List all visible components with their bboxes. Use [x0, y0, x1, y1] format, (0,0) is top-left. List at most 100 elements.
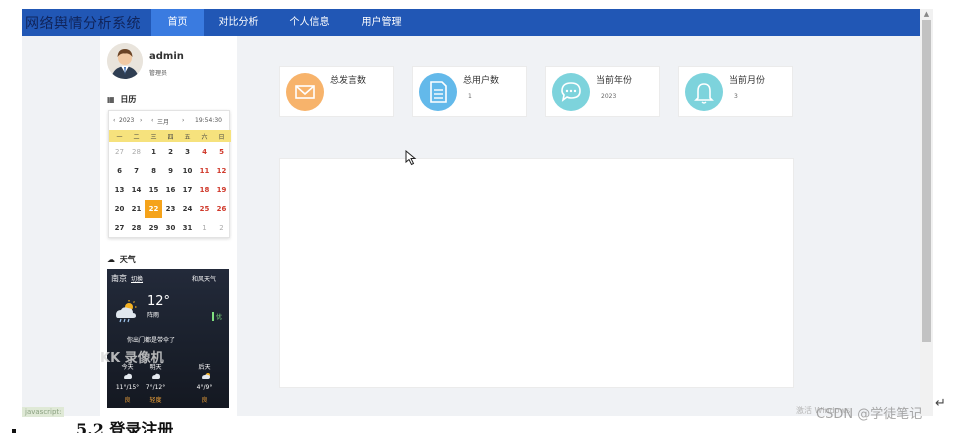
status-url-tag: javascript:: [22, 407, 64, 417]
calendar-day-cell[interactable]: 5: [213, 143, 230, 161]
calendar-day-cell[interactable]: 28: [128, 219, 145, 237]
calendar-day-cell[interactable]: 10: [179, 162, 196, 180]
calendar-day-cell[interactable]: 24: [179, 200, 196, 218]
prev-month-arrow-icon[interactable]: ‹: [151, 117, 153, 124]
cloud-icon: [124, 373, 132, 379]
calendar-day-cell[interactable]: 25: [196, 200, 213, 218]
sun-cloud-icon: [202, 373, 210, 379]
next-month-arrow-icon[interactable]: ›: [182, 117, 184, 124]
stat-card-title: 当前年份: [596, 76, 633, 86]
calendar-day-cell[interactable]: 16: [162, 181, 179, 199]
calendar-day-cell[interactable]: 13: [111, 181, 128, 199]
calendar-day-cell[interactable]: 3: [179, 143, 196, 161]
calendar-day-cell[interactable]: 30: [162, 219, 179, 237]
top-navbar: 网络舆情分析系统 首页 对比分析 个人信息 用户管理: [22, 9, 920, 36]
calendar-day-cell[interactable]: 31: [179, 219, 196, 237]
screenshot-root: 网络舆情分析系统 首页 对比分析 个人信息 用户管理 admin 管理员 ▦ 日…: [0, 0, 964, 433]
calendar-day-cell[interactable]: 20: [111, 200, 128, 218]
calendar-day-cell[interactable]: 1: [196, 219, 213, 237]
calendar-day-cell[interactable]: 1: [145, 143, 162, 161]
forecast-range: 11°/15°: [115, 384, 140, 391]
calendar-day-cell[interactable]: 28: [128, 143, 145, 161]
weather-city: 南京: [111, 274, 127, 283]
calendar-day-cell[interactable]: 12: [213, 162, 230, 180]
nav-item-home[interactable]: 首页: [151, 9, 204, 36]
calendar-day-cell[interactable]: 11: [196, 162, 213, 180]
calendar-weekday: 六: [201, 134, 208, 141]
calendar-day-cell[interactable]: 27: [111, 219, 128, 237]
stat-card-value: 1: [468, 93, 472, 100]
next-year-arrow-icon[interactable]: ›: [140, 117, 142, 124]
mail-icon: [295, 85, 315, 99]
calendar-weekday: 三: [150, 134, 157, 141]
calendar-header: ‹ 2023 › ‹ 三月 › 19:54:30: [109, 111, 231, 130]
chat-bubble-icon: [561, 82, 581, 102]
calendar-day-cell[interactable]: 8: [145, 162, 162, 180]
weather-tip: 你出门都是带伞了: [127, 337, 176, 344]
stat-card-current-year[interactable]: 当前年份 2023: [545, 66, 660, 117]
calendar-title: 日历: [120, 95, 137, 104]
stat-card-icon-bg: [552, 73, 590, 111]
weather-switch-link[interactable]: 切换: [131, 274, 143, 283]
document-heading: 5.2 登录注册: [76, 420, 174, 433]
calendar-day-cell[interactable]: 2: [213, 219, 230, 237]
user-name: admin: [149, 51, 184, 62]
calendar-day-cell[interactable]: 9: [162, 162, 179, 180]
main-content-panel: [279, 158, 794, 388]
stat-card-total-users[interactable]: 总用户数 1: [412, 66, 527, 117]
scrollbar-thumb[interactable]: [922, 20, 931, 342]
weather-temperature: 12°: [147, 294, 171, 309]
calendar-month[interactable]: 三月: [157, 117, 169, 126]
user-avatar-icon: [107, 43, 143, 79]
calendar-widget: ‹ 2023 › ‹ 三月 › 19:54:30 一二三四五六日 27 28 1 2 3…: [108, 110, 231, 238]
calendar-icon: ▦: [107, 95, 115, 104]
calendar-day-cell[interactable]: 26: [213, 200, 230, 218]
calendar-day-cell[interactable]: 2: [162, 143, 179, 161]
calendar-day-cell[interactable]: 23: [162, 200, 179, 218]
forecast-day: 后天: [198, 364, 211, 371]
list-bullet: [12, 429, 16, 433]
nav-item-comparison[interactable]: 对比分析: [212, 9, 265, 36]
stat-card-icon-bg: [286, 73, 324, 111]
mouse-cursor-icon: [405, 150, 417, 166]
calendar-day-cell[interactable]: 19: [213, 181, 230, 199]
calendar-day-cell[interactable]: 27: [111, 143, 128, 161]
calendar-section-title: ▦ 日历: [107, 94, 136, 105]
calendar-weekday: 四: [167, 134, 174, 141]
user-role: 管理员: [149, 70, 168, 77]
avatar[interactable]: [107, 43, 143, 79]
vertical-scrollbar[interactable]: ▲: [920, 9, 933, 416]
weather-title: 天气: [119, 255, 136, 264]
app-brand: 网络舆情分析系统: [25, 16, 141, 32]
top-band: [0, 0, 964, 9]
bell-icon: [694, 83, 714, 104]
stat-card-total-posts[interactable]: 总发言数: [279, 66, 394, 117]
forecast-range: 7°/12°: [145, 384, 166, 391]
calendar-day-cell[interactable]: 15: [145, 181, 162, 199]
calendar-year[interactable]: 2023: [119, 117, 134, 124]
calendar-day-cell[interactable]: 17: [179, 181, 196, 199]
calendar-weekday: 日: [218, 134, 225, 141]
weather-aqi: 优: [212, 312, 222, 321]
calendar-day-cell[interactable]: 18: [196, 181, 213, 199]
stat-card-icon-bg: [685, 73, 723, 111]
forecast-quality: 良: [201, 397, 208, 404]
calendar-day-cell[interactable]: 7: [128, 162, 145, 180]
calendar-day-cell[interactable]: 21: [128, 200, 145, 218]
stat-card-current-month[interactable]: 当前月份 3: [678, 66, 793, 117]
calendar-day-cell[interactable]: 4: [196, 143, 213, 161]
stat-card-icon-bg: [419, 73, 457, 111]
calendar-weekday: 一: [116, 134, 123, 141]
calendar-day-cell[interactable]: 29: [145, 219, 162, 237]
forecast-quality: 良: [124, 397, 131, 404]
calendar-day-cell[interactable]: 22: [145, 200, 162, 218]
weather-section-title: ☁ 天气: [107, 254, 136, 265]
prev-year-arrow-icon[interactable]: ‹: [113, 117, 115, 124]
calendar-day-cell[interactable]: 6: [111, 162, 128, 180]
nav-item-user-management[interactable]: 用户管理: [355, 9, 408, 36]
calendar-weekday: 二: [133, 134, 140, 141]
calendar-day-cell[interactable]: 14: [128, 181, 145, 199]
scroll-up-arrow-icon[interactable]: ▲: [922, 10, 931, 18]
nav-item-profile[interactable]: 个人信息: [283, 9, 336, 36]
calendar-time: 19:54:30: [195, 117, 222, 124]
